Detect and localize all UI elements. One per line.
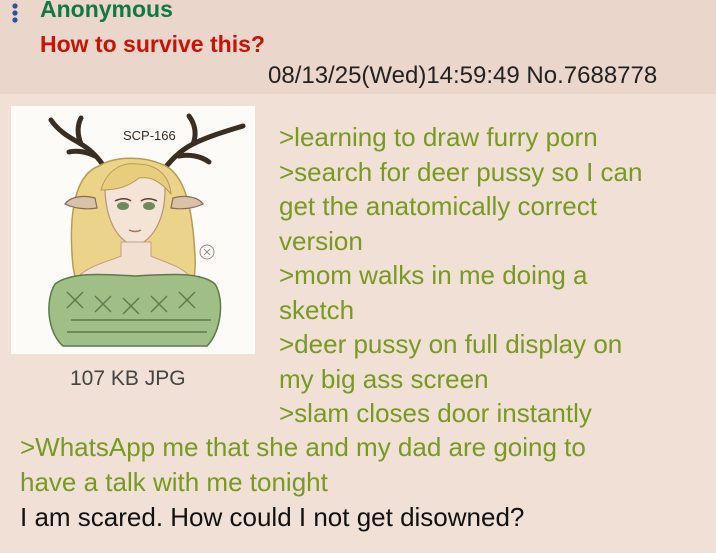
image-caption-text: SCP-166 — [123, 128, 176, 143]
post-meta: 08/13/25(Wed)14:59:49 No.7688778 — [268, 62, 657, 90]
greentext-line: >mom walks in me doing a — [279, 260, 588, 290]
greentext-line: >search for deer pussy so I can — [279, 156, 643, 187]
post-datetime: 08/13/25(Wed)14:59:49 — [268, 62, 520, 89]
post-plain-text: I am scared. How could I not get disowne… — [20, 502, 525, 532]
post-body-right: >learning to draw furry porn >search for… — [279, 120, 642, 431]
post-body-full: >WhatsApp me that she and my dad are goi… — [20, 430, 586, 499]
post-number[interactable]: No.7688778 — [526, 62, 657, 89]
post-container: Anonymous How to survive this? 08/13/25(… — [0, 0, 716, 553]
greentext-line: >learning to draw furry porn — [279, 122, 598, 152]
greentext-line: have a talk with me tonight — [20, 466, 328, 497]
vertical-dots-icon[interactable] — [7, 2, 27, 24]
greentext-line: >WhatsApp me that she and my dad are goi… — [20, 432, 586, 462]
greentext-line: sketch — [279, 294, 355, 325]
post-header: Anonymous How to survive this? 08/13/25(… — [0, 0, 716, 94]
post-thumbnail[interactable]: SCP-166 — [11, 106, 255, 354]
post-subject: How to survive this? — [40, 31, 265, 57]
greentext-line: get the anatomically correct — [279, 191, 597, 221]
greentext-line: my big ass screen — [279, 363, 489, 394]
thumbnail-illustration: SCP-166 — [11, 106, 255, 354]
greentext-line: >slam closes door instantly — [279, 398, 592, 428]
greentext-line: >deer pussy on full display on — [279, 329, 623, 359]
file-info: 107 KB JPG — [70, 367, 186, 390]
greentext-line: version — [279, 225, 363, 256]
poster-name: Anonymous — [40, 0, 173, 22]
